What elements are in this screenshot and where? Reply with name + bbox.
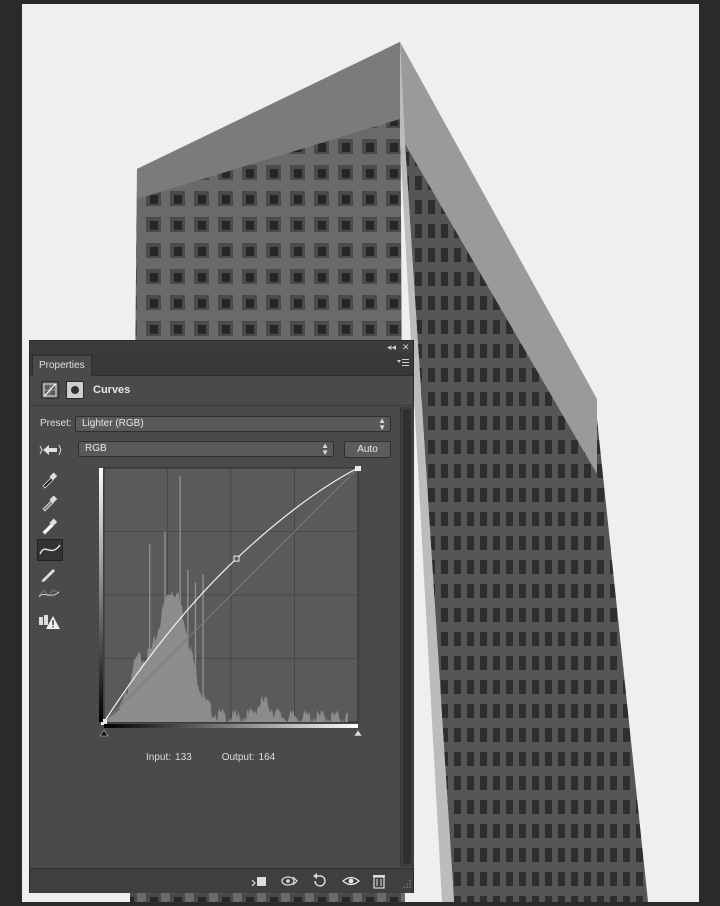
adjustment-header: Curves [30, 375, 413, 406]
panel-menu-icon[interactable] [397, 358, 409, 368]
panel-titlebar[interactable]: ◂◂ ✕ [30, 341, 413, 353]
black-point-eyedropper-icon[interactable] [37, 469, 61, 489]
targeted-adjustment-icon[interactable] [39, 441, 63, 459]
layer-mask-icon[interactable] [66, 381, 84, 399]
input-value: 133 [175, 752, 192, 763]
clip-to-layer-icon[interactable] [250, 872, 268, 890]
preset-value: Lighter (RGB) [82, 418, 144, 429]
reset-icon[interactable] [310, 872, 328, 890]
adjustment-title: Curves [93, 384, 131, 396]
white-point-eyedropper-icon[interactable] [37, 515, 61, 535]
curve-control-point[interactable] [233, 555, 240, 562]
channel-dropdown[interactable]: RGB ▲ ▼ [78, 441, 334, 457]
curves-graph[interactable] [99, 466, 363, 746]
panel-footer [30, 868, 413, 893]
view-previous-state-icon[interactable] [280, 872, 298, 890]
output-label: Output: [221, 752, 255, 763]
preset-label: Preset: [40, 418, 72, 429]
output-gradient-bar [99, 468, 103, 722]
scroll-thumb[interactable] [403, 409, 411, 864]
white-input-slider[interactable] [353, 729, 363, 737]
tab-properties[interactable]: Properties [32, 355, 92, 376]
input-label: Input: [146, 752, 172, 763]
auto-button[interactable]: Auto [344, 441, 391, 458]
panel-scrollbar[interactable] [400, 407, 414, 867]
clipping-warning-icon[interactable] [37, 611, 61, 631]
collapse-panel-button[interactable]: ◂◂ [387, 341, 396, 353]
input-output-readout: Input: 133 Output: 164 [146, 752, 279, 763]
delete-trash-icon[interactable] [370, 872, 388, 890]
resize-grip-icon[interactable] [402, 879, 412, 889]
output-value: 164 [258, 752, 276, 763]
channel-value: RGB [85, 443, 107, 454]
properties-panel[interactable]: ◂◂ ✕ Properties Curves Preset: Lighter (… [29, 340, 414, 893]
gray-point-eyedropper-icon[interactable] [37, 492, 61, 512]
visibility-eye-icon[interactable] [342, 872, 360, 890]
pencil-icon[interactable] [37, 563, 61, 583]
input-gradient-bar [104, 724, 358, 728]
curve-control-point[interactable] [355, 466, 361, 471]
tab-strip: Properties [30, 353, 413, 376]
close-panel-button[interactable]: ✕ [402, 341, 410, 353]
black-input-slider[interactable] [99, 729, 109, 737]
dropdown-arrows-icon: ▲ ▼ [378, 416, 386, 432]
preset-dropdown[interactable]: Lighter (RGB) ▲ ▼ [75, 416, 391, 432]
curves-adjustment-icon[interactable] [41, 381, 59, 399]
smooth-curve-icon[interactable] [37, 584, 61, 604]
curve-points-icon[interactable] [37, 539, 63, 561]
dropdown-arrows-icon: ▲ ▼ [321, 441, 329, 457]
